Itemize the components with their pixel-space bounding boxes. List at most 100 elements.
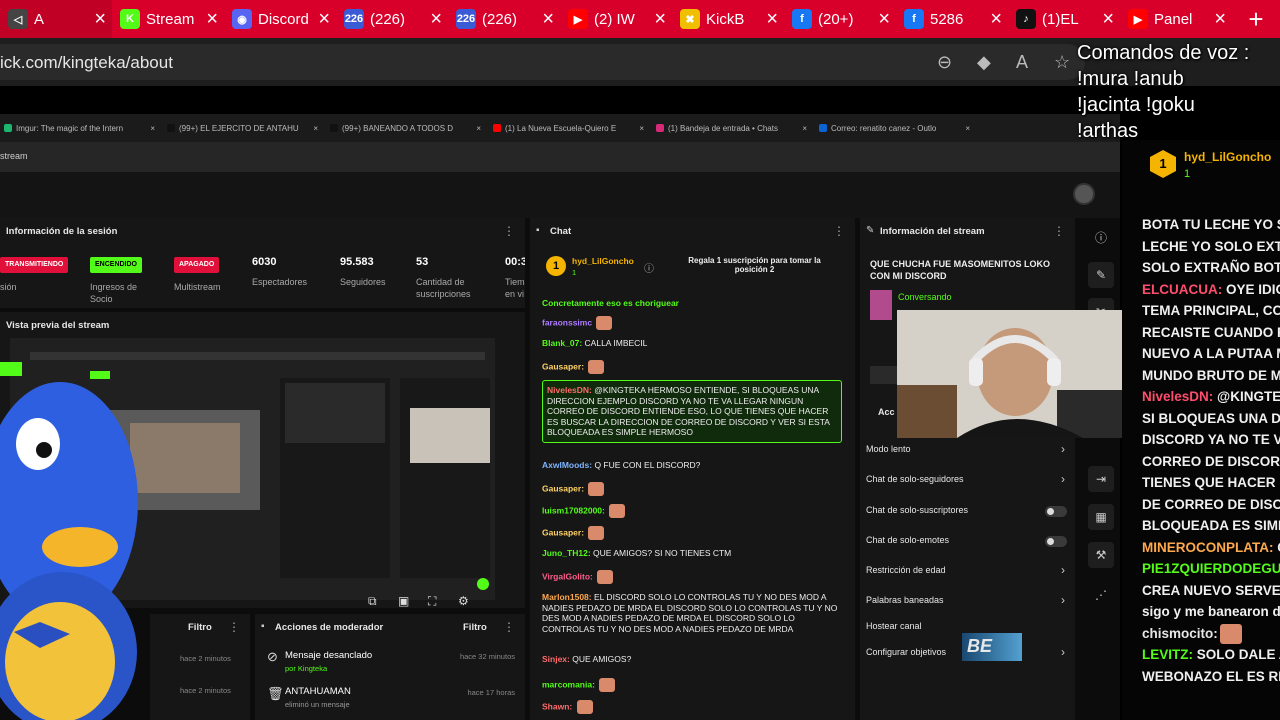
chevron-right-icon[interactable]: › — [1061, 563, 1065, 577]
settings-gear-icon[interactable]: ⚙ — [458, 594, 469, 608]
browser-tab[interactable]: ◁ A × — [0, 0, 112, 38]
chat-message[interactable]: NivelesDN: @KINGTEKA HERMOSO ENTIENDE, S… — [542, 380, 842, 443]
chat-username[interactable]: Marlon1508: — [542, 592, 592, 602]
filter-button[interactable]: Filtro — [463, 622, 487, 633]
address-bar[interactable]: ick.com/kingteka/about ⊖ ◆ A ☆ — [0, 44, 1085, 80]
chat-message[interactable]: Shawn: — [542, 700, 842, 714]
chat-message[interactable]: luism17082000: — [542, 504, 842, 518]
pinned-gift-banner[interactable]: 1 hyd_LilGoncho 1 ⓘ Regala 1 suscripción… — [542, 254, 842, 294]
close-tab-icon[interactable]: × — [542, 8, 554, 31]
toggle-switch[interactable] — [1045, 506, 1067, 517]
browser-tab[interactable]: 226 (226) × — [336, 0, 448, 38]
zoom-icon[interactable]: ⊖ — [937, 52, 952, 73]
close-tab-icon[interactable]: × — [430, 8, 442, 31]
status-badge[interactable]: TRANSMITIENDO — [0, 257, 69, 273]
chat-username[interactable]: VirgalGolito: — [542, 571, 593, 581]
kebab-menu-icon[interactable]: ⋮ — [503, 224, 515, 238]
chat-username[interactable]: Shawn: — [542, 701, 572, 711]
close-tab-icon[interactable]: × — [990, 8, 1002, 31]
fullscreen-icon[interactable]: ⛶ — [428, 594, 436, 609]
log-time: hace 2 minutos — [180, 654, 231, 663]
moderation-option[interactable]: Configurar objetivos — [866, 647, 946, 657]
chat-message[interactable]: Concretamente eso es choriguear — [542, 298, 842, 309]
browser-tab[interactable]: ✖ KickB × — [672, 0, 784, 38]
moderation-option[interactable]: Chat de solo-seguidores — [866, 474, 964, 484]
status-badge[interactable]: ENCENDIDO — [90, 257, 143, 273]
chat-message[interactable]: faraonssimc — [542, 316, 842, 330]
ad-icon[interactable]: ▦ — [1088, 504, 1114, 530]
chat-message[interactable]: Juno_TH12: QUE AMIGOS? SI NO TIENES CTM — [542, 548, 842, 559]
moderation-option[interactable]: Modo lento — [866, 444, 911, 454]
chat-username[interactable]: Gausaper: — [542, 483, 584, 493]
kebab-menu-icon[interactable]: ⋮ — [833, 224, 845, 238]
chat-message[interactable]: Marlon1508: EL DISCORD SOLO LO CONTROLAS… — [542, 592, 842, 634]
chevron-right-icon[interactable]: › — [1061, 593, 1065, 607]
browser-tab[interactable]: f (20+) × — [784, 0, 896, 38]
edit-icon[interactable]: ✎ — [1088, 262, 1114, 288]
chat-username[interactable]: Sinjex: — [542, 654, 570, 664]
chat-username[interactable]: Gausaper: — [542, 361, 584, 371]
chevron-right-icon[interactable]: › — [1061, 442, 1065, 456]
browser-tab[interactable]: K Stream × — [112, 0, 224, 38]
inner-url-text: stream — [0, 151, 28, 161]
chevron-right-icon[interactable]: › — [1061, 472, 1065, 486]
kebab-menu-icon[interactable]: ⋮ — [1053, 224, 1065, 238]
moderation-option[interactable]: Chat de solo-emotes — [866, 535, 949, 545]
browser-tab[interactable]: f 5286 × — [896, 0, 1008, 38]
close-tab-icon[interactable]: × — [878, 8, 890, 31]
popout-icon[interactable]: ▣ — [398, 594, 409, 608]
toggle-switch[interactable] — [1045, 536, 1067, 547]
chat-username[interactable]: Concretamente eso es choriguear — [542, 298, 679, 308]
chat-message[interactable]: marcomania: — [542, 678, 842, 692]
chat-username[interactable]: Blank_07: — [542, 338, 582, 348]
browser-tab[interactable]: ▶ Panel × — [1120, 0, 1232, 38]
chat-message[interactable]: Gausaper: — [542, 526, 842, 540]
picture-in-picture-icon[interactable]: ⧉ — [368, 594, 377, 609]
close-tab-icon[interactable]: × — [1214, 8, 1226, 31]
chat-message[interactable]: Sinjex: QUE AMIGOS? — [542, 654, 842, 665]
moderation-option[interactable]: Palabras baneadas — [866, 595, 944, 605]
chat-username[interactable]: Gausaper: — [542, 527, 584, 537]
chat-message[interactable]: VirgalGolito: — [542, 570, 842, 584]
info-icon[interactable]: ⓘ — [1088, 224, 1114, 250]
moderation-option[interactable]: Chat de solo-suscriptores — [866, 505, 968, 515]
chat-username[interactable]: Juno_TH12: — [542, 548, 591, 558]
chat-username[interactable]: NivelesDN: — [547, 385, 592, 395]
moderation-option[interactable]: Restricción de edad — [866, 565, 946, 575]
bookmark-star-icon[interactable]: ☆ — [1054, 52, 1070, 73]
read-aloud-icon[interactable]: A — [1016, 52, 1028, 73]
kebab-menu-icon[interactable]: ⋮ — [503, 620, 515, 634]
chat-message[interactable]: Gausaper: — [542, 360, 842, 374]
status-badge[interactable]: APAGADO — [174, 257, 220, 273]
category-name[interactable]: Conversando — [898, 292, 952, 302]
kebab-menu-icon[interactable]: ⋮ — [228, 620, 240, 634]
browser-tab[interactable]: ♪ (1)EL × — [1008, 0, 1120, 38]
browser-tab[interactable]: 226 (226) × — [448, 0, 560, 38]
chat-message[interactable]: Blank_07: CALLA IMBECIL — [542, 338, 842, 349]
chat-username[interactable]: AxwlMoods: — [542, 460, 592, 470]
info-icon[interactable]: ⓘ — [644, 260, 654, 275]
close-tab-icon[interactable]: × — [206, 8, 218, 31]
chat-message[interactable]: AxwlMoods: Q FUE CON EL DISCORD? — [542, 460, 842, 471]
tag-icon[interactable]: ◆ — [977, 52, 991, 73]
close-tab-icon[interactable]: × — [654, 8, 666, 31]
close-tab-icon[interactable]: × — [94, 8, 106, 31]
chat-message[interactable]: Gausaper: — [542, 482, 842, 496]
close-tab-icon[interactable]: × — [318, 8, 330, 31]
chat-username[interactable]: luism17082000: — [542, 505, 605, 515]
chevron-right-icon[interactable]: › — [1061, 645, 1065, 659]
close-tab-icon[interactable]: × — [1102, 8, 1114, 31]
close-tab-icon[interactable]: × — [766, 8, 778, 31]
browser-tab[interactable]: ▶ (2) IW × — [560, 0, 672, 38]
browser-tab[interactable]: ◉ Discord × — [224, 0, 336, 38]
moderation-option[interactable]: Hostear canal — [866, 621, 922, 631]
filter-button[interactable]: Filtro — [188, 622, 212, 633]
share-icon[interactable]: ⋰ — [1088, 582, 1114, 608]
chat-username[interactable]: marcomania: — [542, 679, 595, 689]
wrench-icon[interactable]: ⚒ — [1088, 542, 1114, 568]
raid-icon[interactable]: ⇥ — [1088, 466, 1114, 492]
new-tab-button[interactable]: + — [1232, 0, 1280, 38]
chat-username[interactable]: faraonssimc — [542, 317, 592, 327]
url-text[interactable]: ick.com/kingteka/about — [0, 53, 173, 73]
tab-title: A — [34, 10, 45, 28]
